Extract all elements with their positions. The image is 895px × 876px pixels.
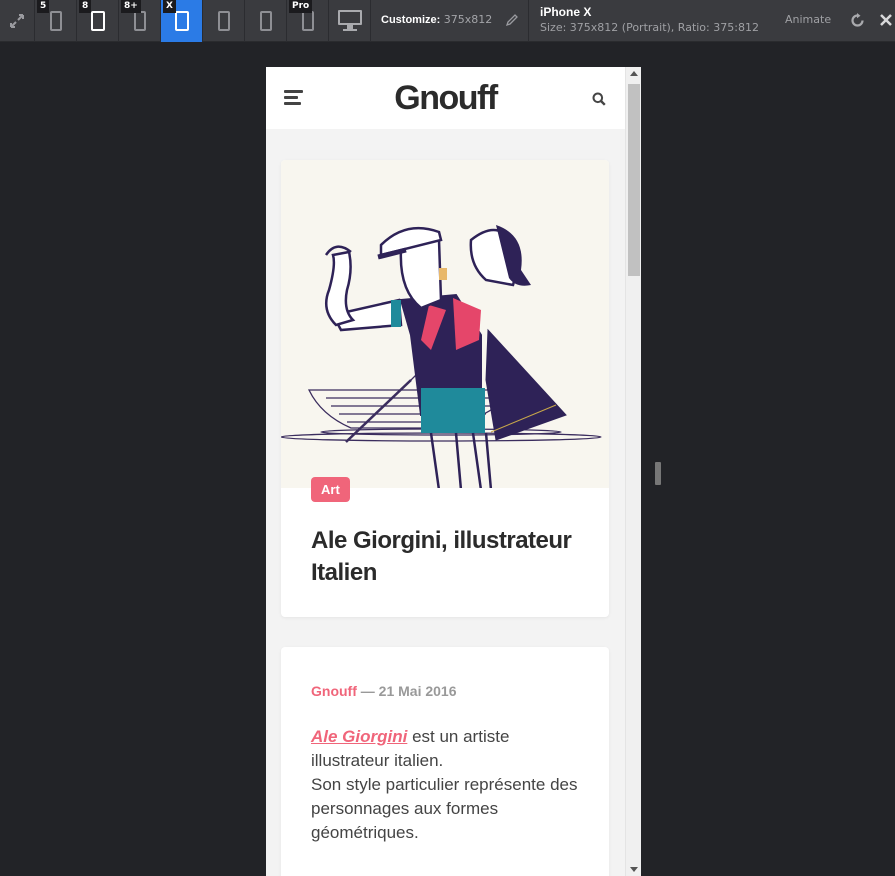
article-card[interactable]: Art Ale Giorgini, illustrateur Italien — [281, 160, 609, 617]
viewport-scrollbar[interactable] — [625, 67, 641, 876]
resize-handle[interactable] — [655, 462, 661, 485]
expand-arrows-icon — [10, 14, 24, 28]
phone-icon — [49, 11, 62, 31]
device-badge: X — [163, 0, 176, 13]
article-illustration[interactable] — [281, 160, 609, 488]
fullscreen-toggle[interactable] — [0, 0, 35, 42]
customize-value: 375x812 — [443, 13, 493, 26]
device-ipad-pro-button[interactable]: Pro — [287, 0, 329, 42]
category-tag[interactable]: Art — [311, 477, 350, 502]
device-tablet-button[interactable] — [203, 0, 245, 42]
article-meta: Gnouff — 21 Mai 2016 — [311, 683, 457, 699]
device-iphone-5-button[interactable]: 5 — [35, 0, 77, 42]
phone-icon — [174, 11, 189, 31]
publish-date: — 21 Mai 2016 — [360, 683, 457, 699]
article-title[interactable]: Ale Giorgini, illustrateur Italien — [311, 525, 591, 589]
tablet-icon — [259, 11, 272, 31]
animate-toggle[interactable]: Animate — [785, 13, 831, 26]
device-viewport: Gnouff Art Ale Giorgini, illustrateur It… — [266, 67, 641, 876]
device-desktop-button[interactable] — [329, 0, 371, 42]
scroll-down-arrow-icon[interactable] — [630, 867, 638, 872]
device-badge: 5 — [37, 0, 50, 13]
device-badge: Pro — [289, 0, 313, 13]
article-body-card: Gnouff — 21 Mai 2016 Ale Giorgini est un… — [281, 647, 609, 876]
rotate-icon[interactable] — [849, 12, 866, 29]
device-badge: 8+ — [121, 0, 141, 13]
tablet-icon — [217, 11, 230, 31]
phone-icon — [133, 11, 146, 31]
site-header: Gnouff — [266, 67, 625, 129]
device-name: iPhone X — [540, 5, 592, 19]
author-link[interactable]: Gnouff — [311, 683, 357, 699]
device-iphone-x-button[interactable]: X — [161, 0, 203, 42]
device-size: Size: 375x812 (Portrait), Ratio: 375:812 — [540, 21, 759, 34]
device-iphone-8plus-button[interactable]: 8+ — [119, 0, 161, 42]
scrollbar-thumb[interactable] — [628, 84, 640, 276]
pencil-icon[interactable] — [505, 13, 519, 27]
device-iphone-8-button[interactable]: 8 — [77, 0, 119, 42]
customize-control[interactable]: Customize: 375x812 — [381, 13, 492, 26]
article-excerpt: Ale Giorgini est un artiste illustrateur… — [311, 725, 581, 845]
phone-icon — [90, 11, 105, 31]
device-tablet-alt-button[interactable] — [245, 0, 287, 42]
tablet-icon — [301, 11, 314, 31]
artist-link[interactable]: Ale Giorgini — [311, 727, 407, 746]
monitor-icon — [337, 10, 362, 32]
search-icon[interactable] — [592, 92, 606, 106]
device-badge: 8 — [79, 0, 92, 13]
device-toolbar: 5 8 8+ X Pro Customize: 375x812 iPhone X… — [0, 0, 895, 42]
site-logo[interactable]: Gnouff — [266, 79, 625, 118]
excerpt-text-2: Son style particulier représente des per… — [311, 775, 578, 842]
customize-label: Customize: — [381, 14, 441, 26]
scroll-up-arrow-icon[interactable] — [630, 71, 638, 76]
close-icon[interactable] — [879, 13, 893, 27]
